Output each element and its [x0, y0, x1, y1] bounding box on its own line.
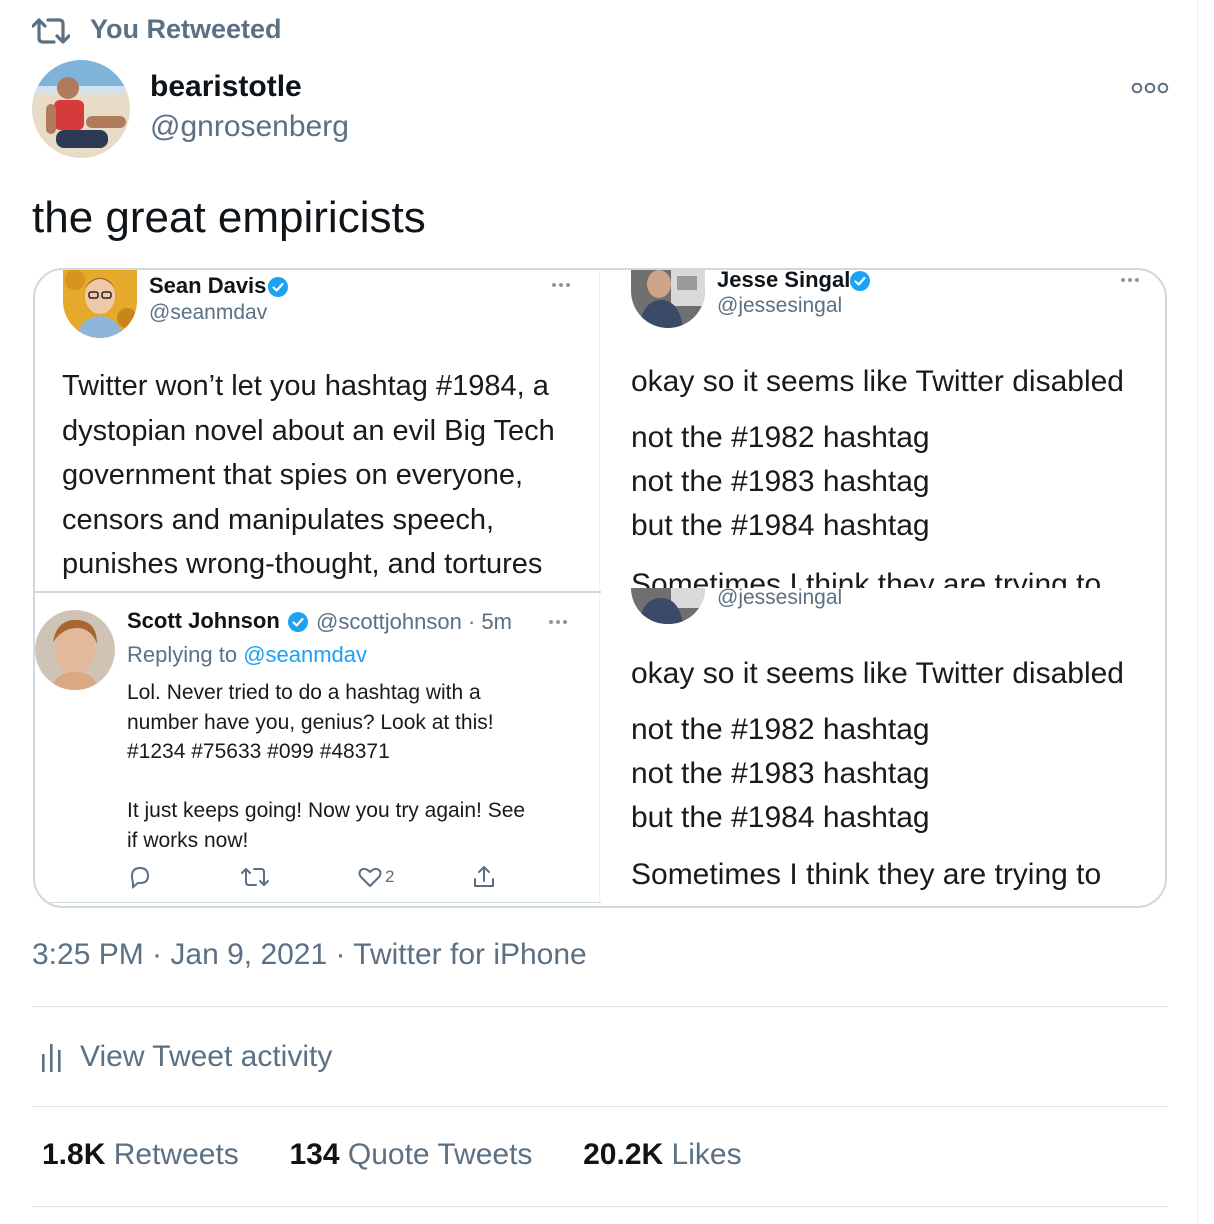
jesse-text-line: okay so it seems like Twitter disabled: [631, 365, 1124, 398]
scott-handle-time: @scottjohnson · 5m: [316, 609, 512, 634]
separator: [35, 902, 601, 903]
likes-stat[interactable]: 20.2K Likes: [583, 1138, 741, 1171]
quote-tweets-stat[interactable]: 134 Quote Tweets: [289, 1138, 532, 1171]
scott-name: Scott Johnson: [127, 608, 280, 633]
like-icon: [358, 867, 382, 887]
jesse-name: Jesse Singal: [717, 268, 851, 292]
jesse-text-line: okay so it seems like Twitter disabled: [631, 657, 1124, 690]
separator: [35, 591, 601, 593]
page-edge: [1197, 0, 1198, 1224]
jesse-text-line: not the #1982 hashtag: [631, 421, 930, 454]
tweet-text: the great empiricists: [32, 193, 426, 242]
more-options-icon[interactable]: [1130, 78, 1170, 98]
verified-badge-icon: [288, 612, 308, 632]
image-divider: [599, 270, 600, 906]
reply-icon: [130, 866, 150, 890]
divider: [32, 1106, 1168, 1107]
jesse-text-line: but the #1984 hashtag: [631, 509, 930, 542]
engagement-stats: 1.8K Retweets 134 Quote Tweets 20.2K Lik…: [42, 1138, 742, 1172]
retweet-icon: [32, 18, 70, 44]
sean-avatar: [63, 270, 137, 338]
author-name[interactable]: bearistotle: [150, 70, 302, 104]
replying-to: Replying to @seanmdav: [127, 642, 368, 667]
like-count: 2: [385, 867, 395, 886]
verified-badge-icon: [268, 277, 288, 297]
jesse-clipped-line: Sometimes I think they are trying to: [631, 570, 1102, 588]
jesse-text-line: not the #1982 hashtag: [631, 713, 930, 746]
tweet-timestamp[interactable]: 3:25 PM · Jan 9, 2021 · Twitter for iPho…: [32, 938, 587, 972]
author-handle[interactable]: @gnrosenberg: [150, 110, 349, 144]
share-icon: [474, 866, 494, 887]
jesse-text-line: not the #1983 hashtag: [631, 465, 930, 498]
jesse-avatar: [631, 588, 705, 624]
retweet-icon: [241, 868, 269, 886]
more-icon: [552, 283, 570, 287]
retweets-stat[interactable]: 1.8K Retweets: [42, 1138, 239, 1171]
view-tweet-activity-link[interactable]: View Tweet activity: [80, 1040, 332, 1074]
divider: [32, 1206, 1168, 1207]
jesse-handle: @jessesingal: [717, 294, 843, 317]
jesse-avatar: [631, 270, 705, 328]
sean-name: Sean Davis: [149, 273, 267, 298]
sean-tweet-text: Twitter won’t let you hashtag #1984, a d…: [62, 370, 555, 580]
scott-avatar: [35, 610, 115, 690]
tweet-image[interactable]: Sean Davis @seanmdav Twitter won’t let y…: [33, 268, 1167, 908]
avatar[interactable]: [32, 60, 130, 158]
analytics-icon[interactable]: [40, 1040, 64, 1074]
jesse-handle: @jessesingal: [717, 586, 843, 609]
jesse-text-line: but the #1984 hashtag: [631, 801, 930, 834]
more-icon: [549, 620, 567, 624]
jesse-text-line: Sometimes I think they are trying to: [631, 858, 1102, 891]
verified-badge-icon: [850, 271, 870, 291]
jesse-text-line: not the #1983 hashtag: [631, 757, 930, 790]
divider: [32, 1006, 1168, 1007]
sean-handle: @seanmdav: [149, 301, 268, 324]
retweet-label[interactable]: You Retweeted: [90, 14, 282, 45]
more-icon: [1121, 278, 1139, 282]
scott-tweet-text: Lol. Never tried to do a hashtag with a …: [127, 681, 526, 852]
